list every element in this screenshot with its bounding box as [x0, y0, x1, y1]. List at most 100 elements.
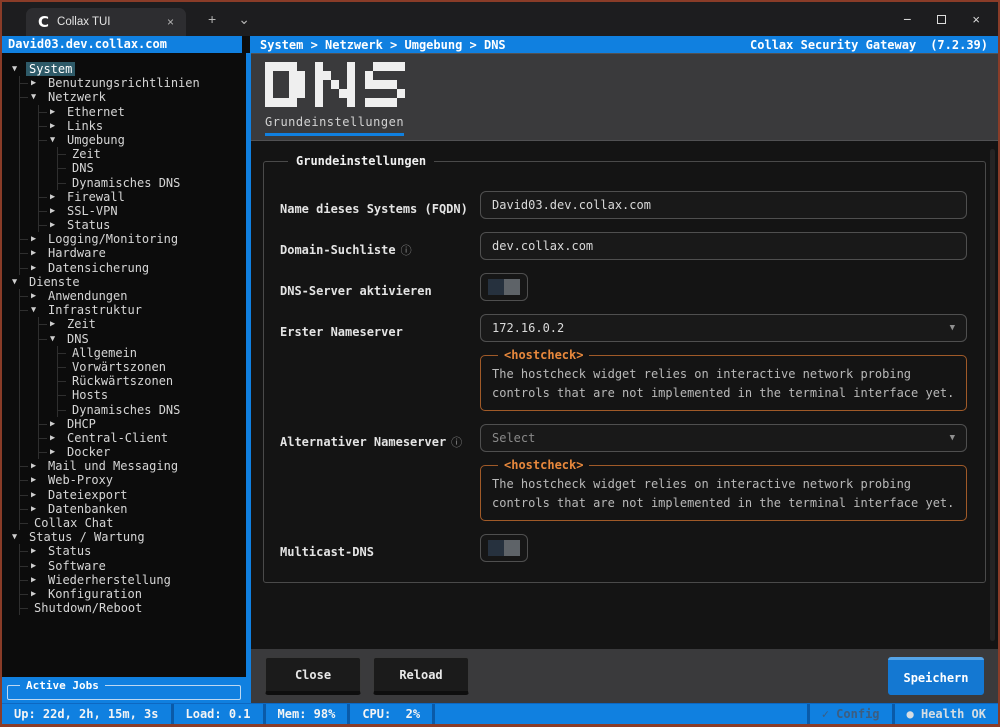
cpu-status: CPU: 2%	[350, 704, 435, 724]
sidebar-item-datenbanken[interactable]: ▶Datenbanken	[31, 502, 242, 516]
chevron-collapsed-icon[interactable]: ▶	[31, 232, 45, 246]
sidebar-item-zeit[interactable]: ▶Zeit	[50, 317, 242, 331]
sidebar-item-shutdown-reboot[interactable]: Shutdown/Reboot	[31, 601, 242, 615]
sidebar-item-ssl-vpn[interactable]: ▶SSL-VPN	[50, 204, 242, 218]
sidebar-item-infrastruktur[interactable]: ▼Infrastruktur	[31, 303, 242, 317]
save-button[interactable]: Speichern	[888, 657, 984, 695]
sidebar-item-zeit[interactable]: Zeit	[69, 147, 242, 161]
breadcrumb-bar: System > Netzwerk > Umgebung > DNS Colla…	[250, 36, 998, 53]
sidebar-item-label: Mail und Messaging	[45, 459, 181, 473]
chevron-collapsed-icon[interactable]: ▶	[31, 559, 45, 573]
chevron-collapsed-icon[interactable]: ▶	[31, 587, 45, 601]
chevron-collapsed-icon[interactable]: ▶	[50, 105, 64, 119]
sidebar-item-dienste[interactable]: ▼Dienste	[12, 275, 242, 289]
multicast-dns-toggle[interactable]	[480, 534, 528, 562]
sidebar-item-status[interactable]: ▶Status	[31, 544, 242, 558]
sidebar-item-vorw-rtszonen[interactable]: Vorwärtszonen	[69, 360, 242, 374]
chevron-expanded-icon[interactable]: ▼	[31, 90, 45, 104]
sidebar-item-system[interactable]: ▼System	[12, 62, 242, 76]
chevron-collapsed-icon[interactable]: ▶	[50, 417, 64, 431]
sidebar-item-software[interactable]: ▶Software	[31, 559, 242, 573]
sidebar-item-r-ckw-rtszonen[interactable]: Rückwärtszonen	[69, 374, 242, 388]
chevron-collapsed-icon[interactable]: ▶	[50, 119, 64, 133]
app-window: C Collax TUI × + ⌄ − × David03.dev.colla…	[0, 0, 1000, 727]
chevron-collapsed-icon[interactable]: ▶	[31, 246, 45, 260]
chevron-collapsed-icon[interactable]: ▶	[50, 190, 64, 204]
close-window-button[interactable]: ×	[972, 12, 980, 27]
chevron-collapsed-icon[interactable]: ▶	[31, 289, 45, 303]
chevron-collapsed-icon[interactable]: ▶	[50, 218, 64, 232]
hostcheck-box: <hostcheck> The hostcheck widget relies …	[480, 458, 967, 521]
sidebar-item-allgemein[interactable]: Allgemein	[69, 346, 242, 360]
sidebar-item-anwendungen[interactable]: ▶Anwendungen	[31, 289, 242, 303]
dns-server-toggle[interactable]	[480, 273, 528, 301]
sidebar-item-logging-monitoring[interactable]: ▶Logging/Monitoring	[31, 232, 242, 246]
sidebar-item-links[interactable]: ▶Links	[50, 119, 242, 133]
sidebar-item-web-proxy[interactable]: ▶Web-Proxy	[31, 473, 242, 487]
sidebar-item-status[interactable]: ▶Status	[50, 218, 242, 232]
sidebar-item-ethernet[interactable]: ▶Ethernet	[50, 105, 242, 119]
sidebar-item-konfiguration[interactable]: ▶Konfiguration	[31, 587, 242, 601]
fqdn-input[interactable]: David03.dev.collax.com	[480, 191, 967, 219]
sidebar-item-mail-und-messaging[interactable]: ▶Mail und Messaging	[31, 459, 242, 473]
sidebar-item-status-wartung[interactable]: ▼Status / Wartung	[12, 530, 242, 544]
sidebar-item-wiederherstellung[interactable]: ▶Wiederherstellung	[31, 573, 242, 587]
field-label: Erster Nameserver	[280, 325, 403, 339]
chevron-expanded-icon[interactable]: ▼	[12, 530, 26, 544]
chevron-collapsed-icon[interactable]: ▶	[31, 261, 45, 275]
sidebar-item-firewall[interactable]: ▶Firewall	[50, 190, 242, 204]
chevron-collapsed-icon[interactable]: ▶	[31, 544, 45, 558]
close-button[interactable]: Close	[265, 657, 361, 695]
sidebar-item-benutzungsrichtlinien[interactable]: ▶Benutzungsrichtlinien	[31, 76, 242, 90]
chevron-expanded-icon[interactable]: ▼	[12, 62, 26, 76]
chevron-collapsed-icon[interactable]: ▶	[50, 431, 64, 445]
chevron-collapsed-icon[interactable]: ▶	[50, 445, 64, 459]
sidebar-item-label: SSL-VPN	[64, 204, 121, 218]
sidebar-item-label: Netzwerk	[45, 90, 109, 104]
chevron-collapsed-icon[interactable]: ▶	[50, 317, 64, 331]
maximize-button[interactable]	[937, 15, 946, 24]
sidebar-item-netzwerk[interactable]: ▼Netzwerk	[31, 90, 242, 104]
chevron-collapsed-icon[interactable]: ▶	[50, 204, 64, 218]
chevron-collapsed-icon[interactable]: ▶	[31, 502, 45, 516]
chevron-collapsed-icon[interactable]: ▶	[31, 459, 45, 473]
minimize-button[interactable]: −	[903, 11, 911, 27]
sidebar-item-dns[interactable]: ▼DNS	[50, 332, 242, 346]
page-header: Grundeinstellungen	[251, 53, 998, 141]
chevron-expanded-icon[interactable]: ▼	[50, 133, 64, 147]
sidebar-item-dynamisches-dns[interactable]: Dynamisches DNS	[69, 403, 242, 417]
sidebar-item-label: Benutzungsrichtlinien	[45, 76, 203, 90]
sidebar-item-central-client[interactable]: ▶Central-Client	[50, 431, 242, 445]
sidebar-item-umgebung[interactable]: ▼Umgebung	[50, 133, 242, 147]
sidebar-item-docker[interactable]: ▶Docker	[50, 445, 242, 459]
chevron-expanded-icon[interactable]: ▼	[12, 275, 26, 289]
tab-grundeinstellungen[interactable]: Grundeinstellungen	[265, 115, 404, 136]
primary-nameserver-select[interactable]: 172.16.0.2 ▼	[480, 314, 967, 342]
app-tab[interactable]: C Collax TUI ×	[26, 8, 186, 36]
sidebar-item-dns[interactable]: DNS	[69, 161, 242, 175]
chevron-collapsed-icon[interactable]: ▶	[31, 488, 45, 502]
new-tab-button[interactable]: +	[208, 11, 216, 27]
sidebar-item-datensicherung[interactable]: ▶Datensicherung	[31, 261, 242, 275]
chevron-collapsed-icon[interactable]: ▶	[31, 76, 45, 90]
sidebar-item-label: DNS	[64, 332, 92, 346]
sidebar-item-dynamisches-dns[interactable]: Dynamisches DNS	[69, 176, 242, 190]
alt-nameserver-select[interactable]: Select ▼	[480, 424, 967, 452]
sidebar-item-dhcp[interactable]: ▶DHCP	[50, 417, 242, 431]
chevron-collapsed-icon[interactable]: ▶	[31, 573, 45, 587]
sidebar-item-dateiexport[interactable]: ▶Dateiexport	[31, 488, 242, 502]
domain-search-input[interactable]: dev.collax.com	[480, 232, 967, 260]
tab-close-icon[interactable]: ×	[167, 15, 174, 29]
reload-button[interactable]: Reload	[373, 657, 469, 695]
chevron-expanded-icon[interactable]: ▼	[50, 332, 64, 346]
scrollbar-track[interactable]	[990, 149, 995, 641]
breadcrumb: System > Netzwerk > Umgebung > DNS	[260, 38, 506, 52]
sidebar-item-hosts[interactable]: Hosts	[69, 388, 242, 402]
sidebar-item-label: Links	[64, 119, 106, 133]
chevron-collapsed-icon[interactable]: ▶	[31, 473, 45, 487]
sidebar-item-collax-chat[interactable]: Collax Chat	[31, 516, 242, 530]
sidebar-item-hardware[interactable]: ▶Hardware	[31, 246, 242, 260]
sidebar-item-label: Wiederherstellung	[45, 573, 174, 587]
tab-list-chevron-icon[interactable]: ⌄	[238, 11, 250, 28]
chevron-expanded-icon[interactable]: ▼	[31, 303, 45, 317]
